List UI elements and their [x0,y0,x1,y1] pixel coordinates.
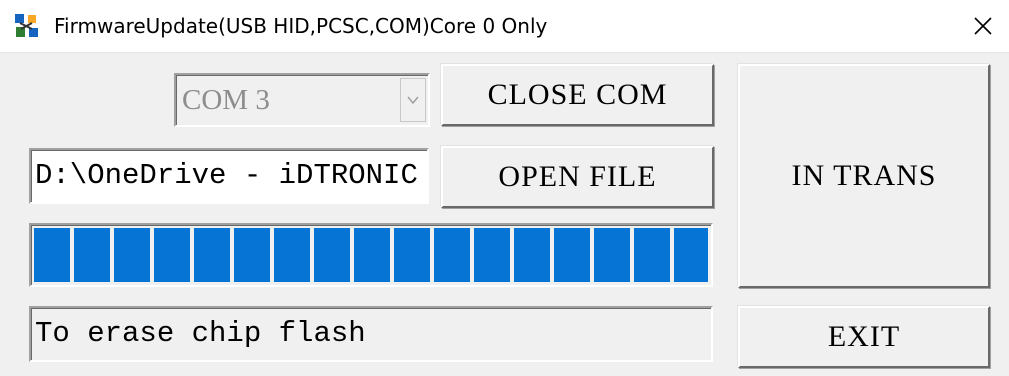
status-text: To erase chip flash [35,317,366,350]
progress-segment [634,228,670,282]
progress-segment [434,228,470,282]
progress-segment [514,228,550,282]
progress-segment [274,228,310,282]
progress-segment [234,228,270,282]
app-icon [12,11,42,41]
window-title: FirmwareUpdate(USB HID,PCSC,COM)Core 0 O… [54,14,548,38]
progress-segment [74,228,110,282]
progress-segment [354,228,390,282]
firmware-update-window: FirmwareUpdate(USB HID,PCSC,COM)Core 0 O… [0,0,1009,376]
in-trans-button[interactable]: IN TRANS [738,64,990,288]
window-close-button[interactable] [957,0,1009,52]
open-file-button[interactable]: OPEN FILE [441,146,714,208]
progress-segment [194,228,230,282]
chevron-down-icon [407,96,419,104]
progress-bar [29,223,713,287]
file-path-field[interactable]: D:\OneDrive - iDTRONIC [29,148,429,204]
title-bar[interactable]: FirmwareUpdate(USB HID,PCSC,COM)Core 0 O… [0,0,1009,53]
exit-button[interactable]: EXIT [738,306,990,368]
status-field: To erase chip flash [29,306,713,362]
progress-segment [314,228,350,282]
progress-segment [394,228,430,282]
progress-segment [554,228,590,282]
progress-segment [154,228,190,282]
com-port-value: COM 3 [182,84,270,116]
progress-segment [674,228,708,282]
progress-segment [594,228,630,282]
file-path-value: D:\OneDrive - iDTRONIC [35,159,418,192]
com-port-select[interactable]: COM 3 [174,73,430,127]
close-icon [974,17,992,35]
progress-segment [34,228,70,282]
progress-segment [114,228,150,282]
com-port-dropdown-arrow[interactable] [400,78,426,122]
close-com-button[interactable]: CLOSE COM [441,64,714,126]
progress-fill [34,228,708,282]
progress-segment [474,228,510,282]
